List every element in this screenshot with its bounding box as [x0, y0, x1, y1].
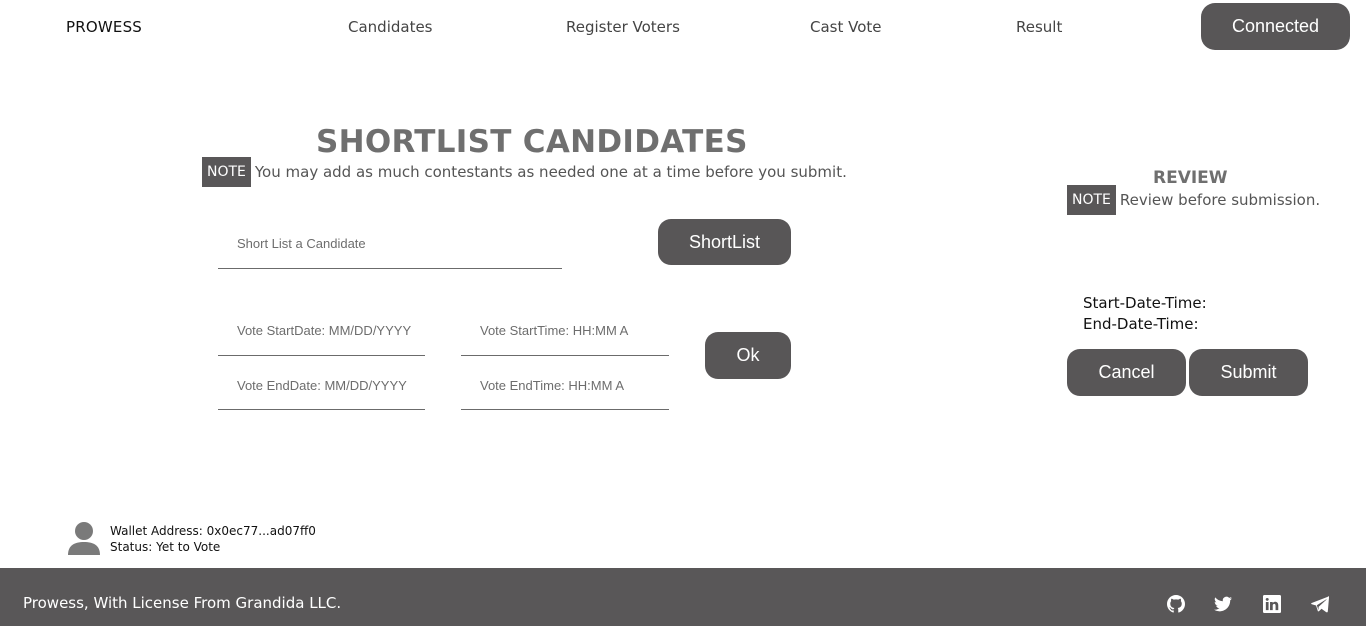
submit-button[interactable]: Submit	[1189, 349, 1308, 396]
vote-start-time-input[interactable]	[461, 306, 669, 356]
nav-register-voters[interactable]: Register Voters	[566, 18, 680, 36]
review-note: NOTE Review before submission.	[1067, 185, 1320, 215]
candidate-name-input[interactable]	[218, 218, 562, 269]
nav-cast-vote[interactable]: Cast Vote	[810, 18, 882, 36]
linkedin-icon[interactable]	[1263, 595, 1281, 613]
note-text: Review before submission.	[1119, 191, 1321, 209]
twitter-icon[interactable]	[1214, 595, 1232, 613]
vote-end-date-input[interactable]	[218, 361, 425, 410]
vote-end-time-input[interactable]	[461, 361, 669, 410]
wallet-address: Wallet Address: 0x0ec77...ad07ff0	[110, 524, 316, 538]
nav-result[interactable]: Result	[1016, 18, 1062, 36]
vote-start-date-input[interactable]	[218, 306, 425, 356]
brand-logo[interactable]: PROWESS	[66, 18, 142, 36]
ok-button[interactable]: Ok	[705, 332, 791, 379]
footer-copyright: Prowess, With License From Grandida LLC.	[23, 594, 342, 612]
start-date-time-label: Start-Date-Time:	[1083, 294, 1207, 312]
connect-wallet-button[interactable]: Connected	[1201, 3, 1350, 50]
shortlist-note: NOTE You may add as much contestants as n…	[202, 157, 847, 187]
end-date-time-label: End-Date-Time:	[1083, 315, 1199, 333]
voter-status: Status: Yet to Vote	[110, 540, 221, 554]
note-badge: NOTE	[202, 157, 251, 187]
page-title: SHORTLIST CANDIDATES	[316, 124, 748, 160]
footer: Prowess, With License From Grandida LLC.	[0, 568, 1366, 626]
nav-candidates[interactable]: Candidates	[348, 18, 433, 36]
note-badge: NOTE	[1067, 185, 1116, 215]
telegram-icon[interactable]	[1311, 595, 1329, 613]
note-text: You may add as much contestants as neede…	[254, 163, 847, 181]
shortlist-button[interactable]: ShortList	[658, 219, 791, 265]
cancel-button[interactable]: Cancel	[1067, 349, 1186, 396]
github-icon[interactable]	[1167, 595, 1185, 613]
avatar-icon	[67, 521, 101, 555]
